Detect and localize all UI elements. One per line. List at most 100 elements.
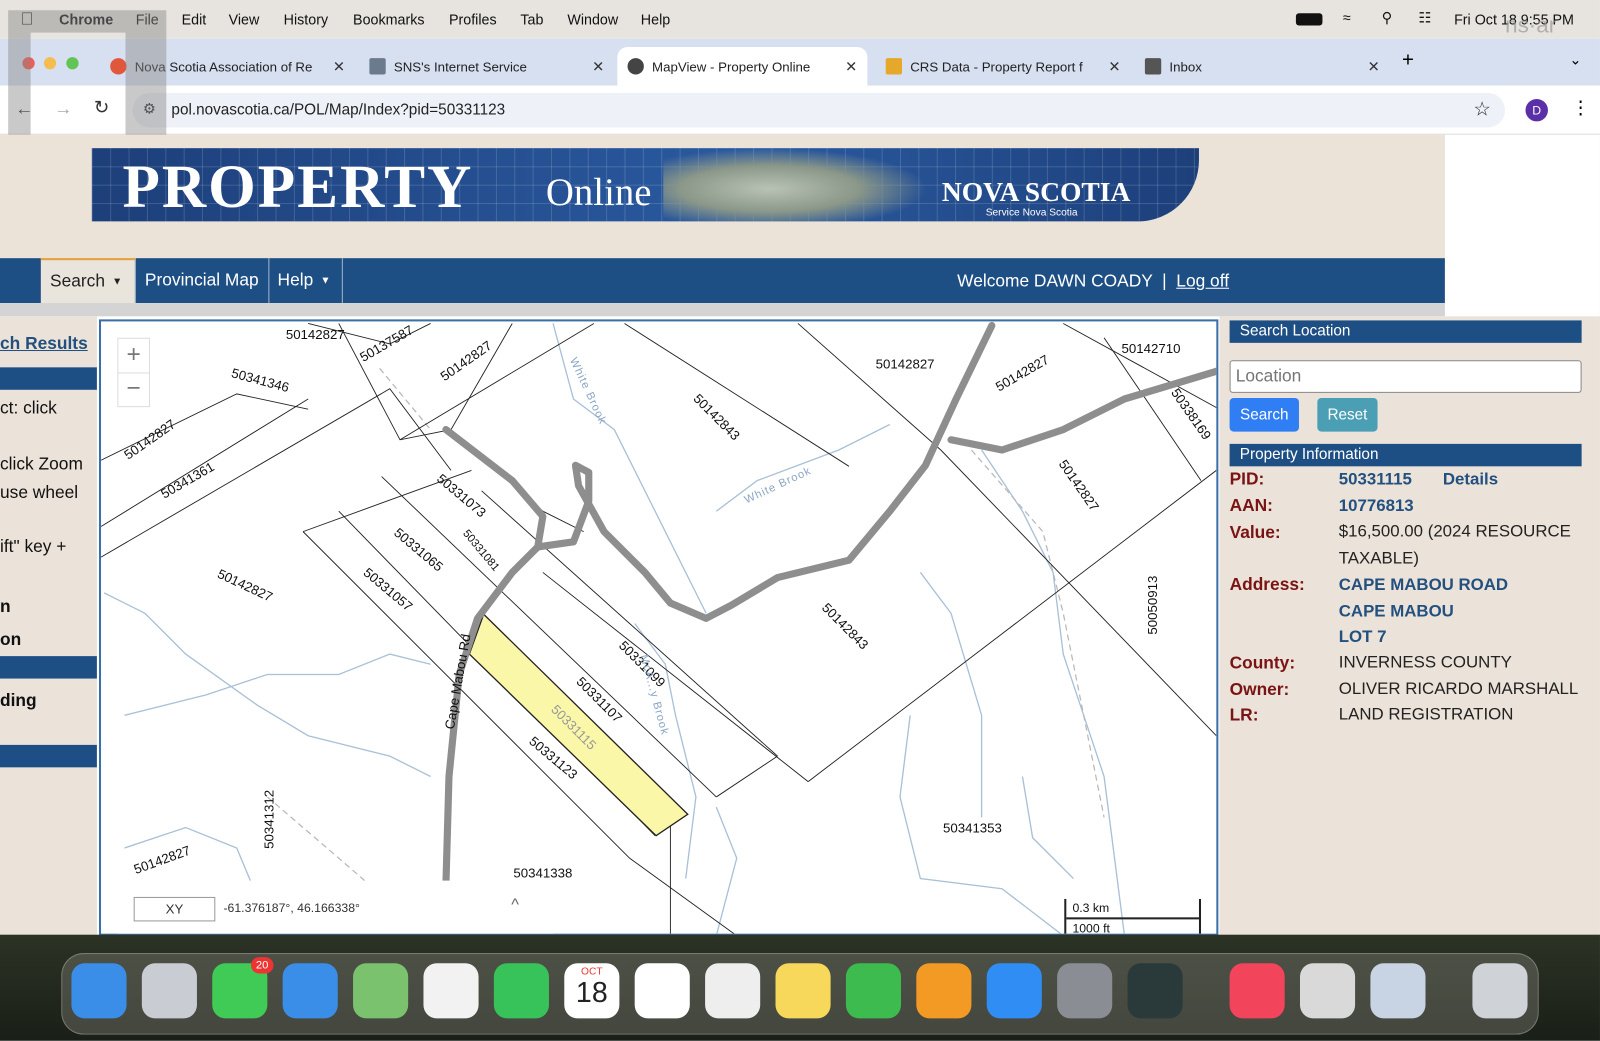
scale-bar: 0.3 km 1000 ft: [1064, 898, 1202, 934]
reset-button[interactable]: Reset: [1317, 397, 1378, 432]
music-icon[interactable]: [1229, 963, 1285, 1019]
zoom-out-button[interactable]: −: [118, 373, 149, 407]
close-tab-icon[interactable]: ✕: [592, 58, 604, 75]
nav-search-dropdown[interactable]: Search ▼: [40, 258, 136, 304]
tab-inbox[interactable]: Inbox ✕: [1135, 47, 1390, 86]
coordinate-system-button[interactable]: XY: [133, 896, 216, 922]
nsar-favicon-icon: [110, 58, 127, 75]
site-settings-icon[interactable]: ⚙: [143, 100, 156, 117]
banner-brand-sub: Service Nova Scotia: [985, 207, 1078, 219]
right-panel: Search Location Search Reset Property In…: [1219, 316, 1600, 935]
parcel-label: 50142827: [876, 356, 935, 371]
chrome-menu-icon[interactable]: ⋮: [1571, 97, 1589, 118]
streams: [103, 323, 1125, 934]
menu-bar:  Chrome File Edit View History Bookmark…: [0, 0, 1600, 39]
tab-mapview[interactable]: MapView - Property Online ✕: [617, 46, 868, 86]
chevron-up-icon[interactable]: ^: [511, 897, 519, 915]
scale-km: 0.3 km: [1066, 899, 1199, 920]
close-tab-icon[interactable]: ✕: [333, 58, 345, 75]
launchpad-icon[interactable]: [141, 963, 197, 1019]
banner-title: PROPERTY: [122, 153, 474, 221]
owner-label: Owner:: [1229, 679, 1290, 699]
menu-view[interactable]: View: [229, 11, 260, 27]
road-label: Cape Mabou Rd: [442, 633, 474, 731]
aan-value: 10776813: [1338, 496, 1414, 516]
menu-bookmarks[interactable]: Bookmarks: [353, 11, 424, 27]
close-tab-icon[interactable]: ✕: [1368, 58, 1380, 75]
battery-icon[interactable]: [1295, 13, 1323, 26]
menu-tab[interactable]: Tab: [520, 11, 543, 27]
photos-icon[interactable]: [423, 963, 479, 1019]
app-store-icon[interactable]: [986, 963, 1042, 1019]
preview-icon[interactable]: [1299, 963, 1356, 1019]
search-results-link[interactable]: ch Results: [0, 334, 88, 354]
mail-icon[interactable]: [282, 963, 338, 1019]
menu-history[interactable]: History: [284, 11, 328, 27]
main-nav: Search ▼ Provincial Map Help ▼ Welcome DAW…: [0, 258, 1445, 304]
help-text: ct: click: [0, 397, 57, 418]
help-text: use wheel: [0, 482, 79, 503]
spotlight-search-icon[interactable]: ⚲: [1382, 9, 1392, 26]
pages-icon[interactable]: [916, 963, 972, 1019]
menu-help[interactable]: Help: [641, 11, 670, 27]
apple-icon[interactable]: : [20, 9, 33, 29]
zoom-window-button[interactable]: [66, 57, 79, 70]
forward-icon[interactable]: →: [54, 98, 72, 119]
search-button[interactable]: Search: [1229, 397, 1299, 432]
calendar-day: 18: [575, 976, 608, 1009]
details-link[interactable]: Details: [1443, 470, 1498, 489]
reminders-icon[interactable]: [634, 963, 690, 1019]
finder-icon[interactable]: [71, 963, 127, 1019]
wifi-icon[interactable]: ≈: [1343, 9, 1351, 25]
address-line-1: CAPE MABOU ROAD: [1338, 575, 1509, 594]
close-window-button[interactable]: [22, 57, 35, 70]
nav-provincial-map[interactable]: Provincial Map: [136, 258, 269, 304]
location-input[interactable]: [1229, 360, 1582, 393]
parcel-label: 50142843: [690, 391, 742, 443]
maps-icon[interactable]: [353, 963, 409, 1019]
control-center-icon[interactable]: ☷: [1418, 9, 1431, 26]
menu-window[interactable]: Window: [567, 11, 618, 27]
maps-arrow-icon[interactable]: [1127, 963, 1183, 1019]
help-text: ift" key +: [0, 536, 67, 557]
tab-search-chevron-icon[interactable]: ⌄: [1569, 51, 1581, 68]
nav-help-dropdown[interactable]: Help ▼: [268, 258, 343, 304]
calendar-icon[interactable]: OCT 18: [564, 963, 620, 1019]
facetime-icon[interactable]: [493, 963, 549, 1019]
aan-label: AAN:: [1229, 495, 1273, 516]
url-bar[interactable]: ⚙ pol.novascotia.ca/POL/Map/Index?pid=50…: [132, 92, 1506, 128]
pid-value[interactable]: 50331115: [1339, 470, 1412, 489]
messages-badge: 20: [250, 957, 274, 974]
reload-icon[interactable]: ↻: [94, 97, 109, 118]
image-capture-icon[interactable]: [1370, 963, 1426, 1019]
parcel-label: 50142843: [819, 600, 871, 652]
banner-subtitle: Online: [545, 171, 652, 215]
close-tab-icon[interactable]: ✕: [1108, 58, 1120, 75]
menu-edit[interactable]: Edit: [182, 11, 207, 27]
close-tab-icon[interactable]: ✕: [845, 58, 857, 75]
trash-icon[interactable]: [1472, 963, 1528, 1019]
water-labels: White Brook White Brook McA...y Brook: [567, 356, 813, 737]
zoom-in-button[interactable]: +: [118, 339, 149, 374]
logoff-link[interactable]: Log off: [1176, 271, 1229, 290]
map-view[interactable]: 50142827 50137587 50142827 50341346 5014…: [98, 319, 1219, 936]
new-tab-button[interactable]: +: [1402, 49, 1414, 72]
minimize-window-button[interactable]: [43, 57, 57, 70]
notes-icon[interactable]: [775, 963, 831, 1019]
menu-app-name[interactable]: Chrome: [59, 11, 113, 27]
tab-crs[interactable]: CRS Data - Property Report f ✕: [876, 47, 1131, 86]
tab-nsar[interactable]: Nova Scotia Association of Re ✕: [100, 47, 355, 86]
menu-file[interactable]: File: [136, 11, 159, 27]
system-settings-icon[interactable]: [1057, 963, 1113, 1019]
menu-profiles[interactable]: Profiles: [449, 11, 497, 27]
parcel-label: 50142710: [1122, 341, 1181, 356]
bookmark-star-icon[interactable]: ☆: [1473, 98, 1490, 121]
tab-sns[interactable]: SNS's Internet Service ✕: [359, 47, 614, 86]
chrome-icon[interactable]: [705, 963, 761, 1019]
help-text: ding: [0, 690, 37, 711]
messages-icon[interactable]: 20: [212, 957, 274, 1019]
numbers-icon[interactable]: [845, 963, 902, 1019]
back-icon[interactable]: ←: [15, 98, 33, 119]
parcel-map[interactable]: 50142827 50137587 50142827 50341346 5014…: [101, 321, 1218, 935]
profile-avatar[interactable]: D: [1525, 98, 1548, 122]
